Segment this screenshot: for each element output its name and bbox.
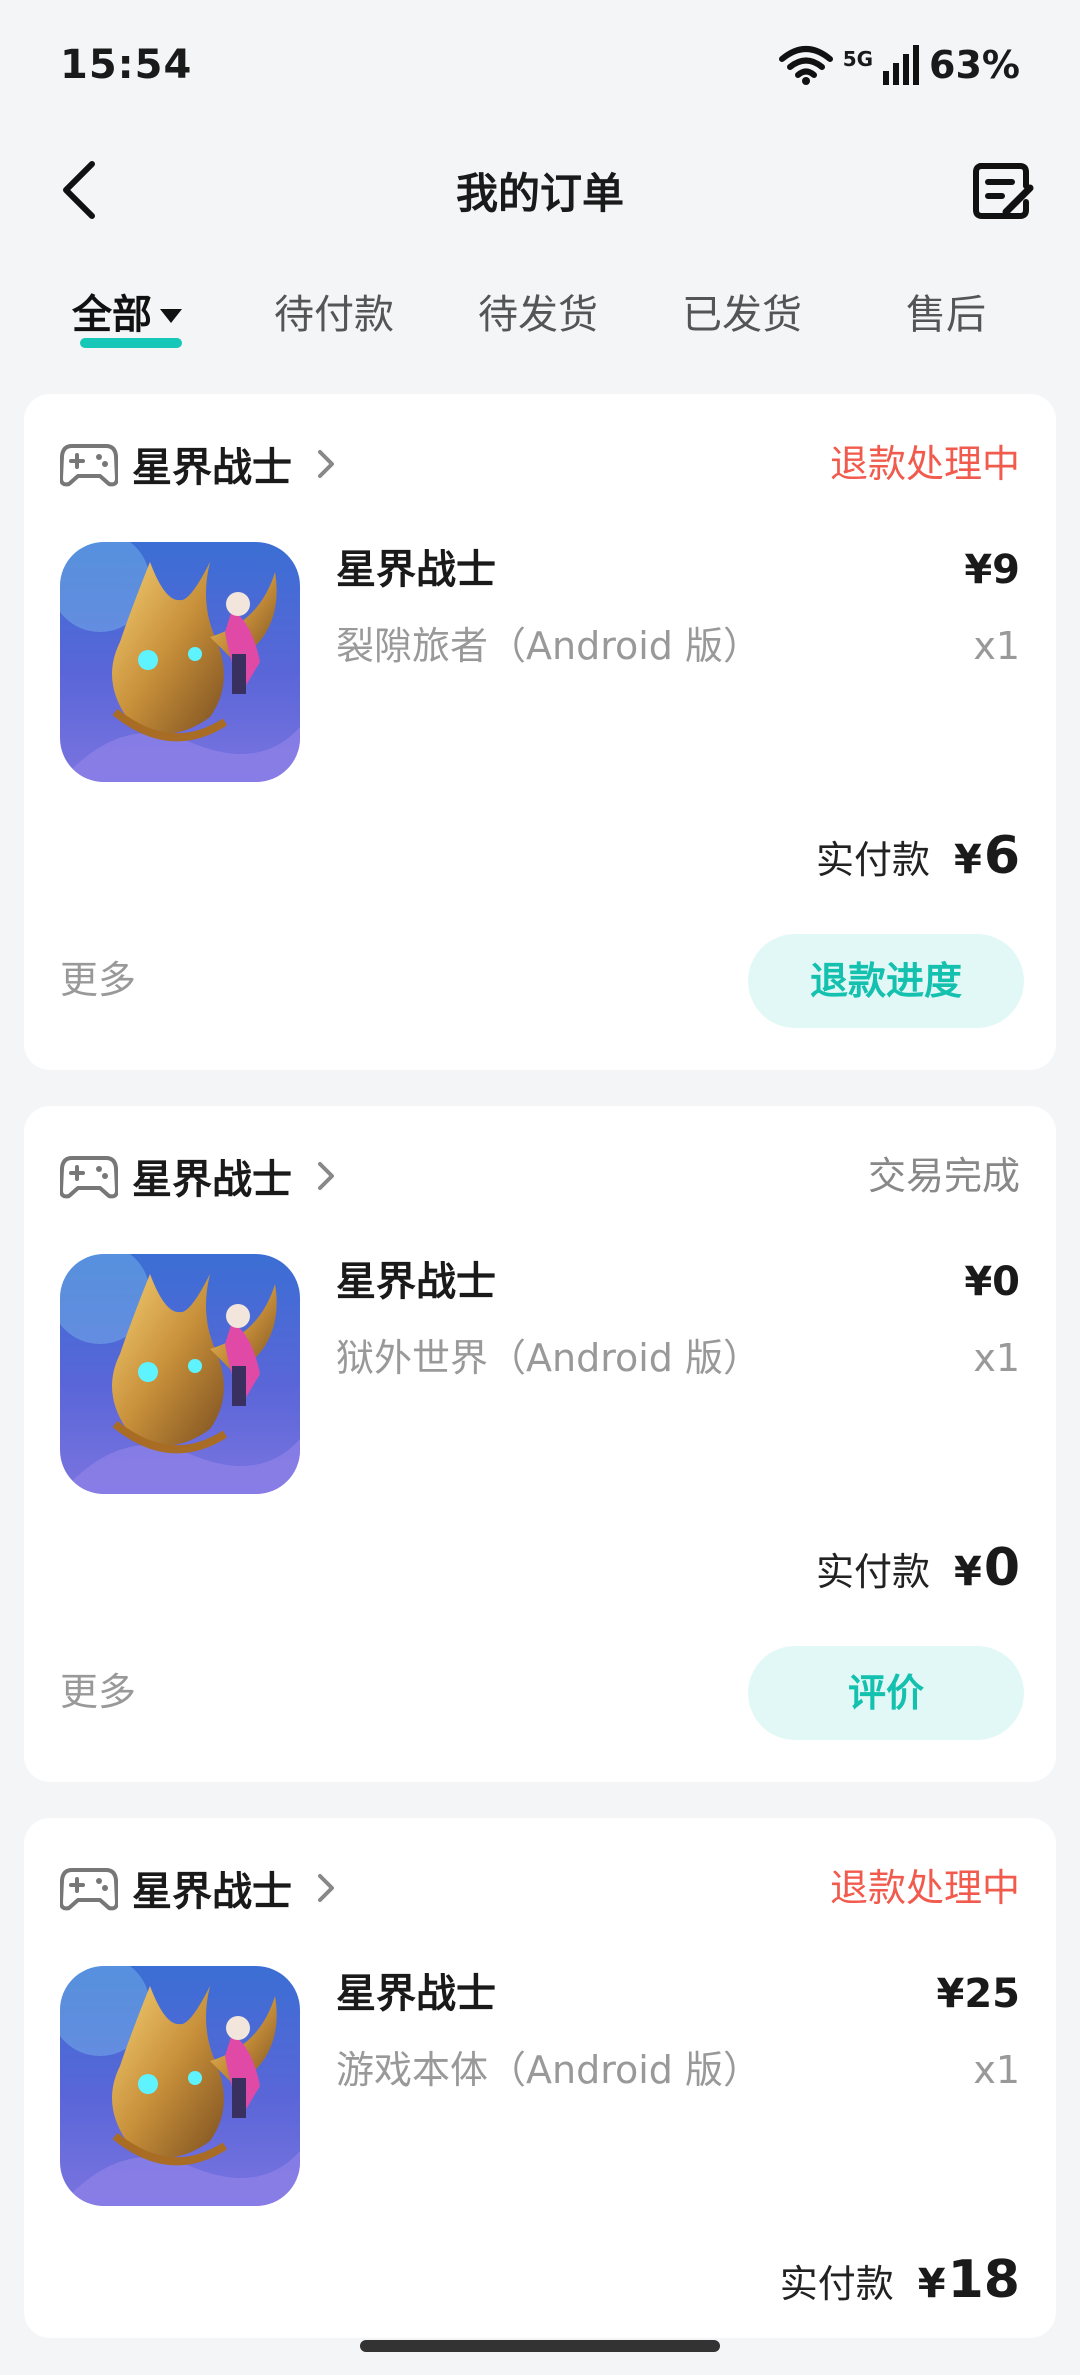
product-variant: 游戏本体（Android 版）	[336, 2048, 761, 2092]
refund-progress-button[interactable]: 退款进度	[748, 934, 1024, 1028]
paid-amount: ¥18	[918, 2250, 1020, 2310]
tab-all[interactable]: 全部	[72, 280, 182, 360]
page-title: 我的订单	[455, 168, 624, 218]
product-price: ¥25	[936, 1971, 1021, 2017]
review-button[interactable]: 评价	[748, 1646, 1024, 1740]
paid-currency: ¥	[953, 837, 982, 883]
product-name: 星界战士	[336, 1259, 496, 1305]
chevron-right-icon	[318, 450, 334, 478]
order-status: 退款处理中	[829, 1866, 1020, 1910]
tab-after-sales[interactable]: 售后	[906, 280, 986, 360]
chevron-right-icon	[318, 1874, 334, 1902]
paid-value: 6	[983, 826, 1020, 886]
header: 我的订单	[0, 130, 1080, 250]
paid-currency: ¥	[917, 2261, 946, 2307]
order-status: 退款处理中	[829, 442, 1020, 486]
product-name: 星界战士	[336, 1971, 496, 2017]
paid-value: 0	[983, 1538, 1020, 1598]
paid-row: 实付款 ¥0	[816, 1538, 1020, 1608]
chevron-right-icon	[318, 1162, 334, 1190]
paid-row: 实付款 ¥6	[816, 826, 1020, 896]
order-status: 交易完成	[867, 1154, 1020, 1198]
battery-level: 63%	[929, 43, 1020, 87]
paid-label: 实付款	[815, 838, 930, 882]
game-thumbnail[interactable]	[60, 542, 300, 782]
network-type: 5G	[842, 47, 874, 71]
tab-pending-payment[interactable]: 待付款	[274, 280, 394, 360]
paid-amount: ¥0	[954, 1538, 1020, 1598]
status-indicators: 5G 63%	[778, 43, 1020, 87]
edit-list-icon[interactable]	[966, 156, 1036, 226]
home-indicator[interactable]	[360, 2340, 720, 2352]
paid-label: 实付款	[779, 2262, 894, 2306]
gamepad-icon	[60, 1868, 118, 1911]
paid-row: 实付款 ¥18	[780, 2250, 1020, 2320]
shop-name: 星界战士	[132, 1869, 292, 1915]
chevron-left-icon[interactable]	[50, 158, 114, 222]
paid-value: 18	[947, 2250, 1020, 2310]
order-card[interactable]: 星界战士 退款处理中 星界战士 游戏本体（Android 版） ¥25 x1 实…	[24, 1818, 1056, 2338]
product-quantity: x1	[973, 1336, 1020, 1380]
shop-link[interactable]: 星界战士	[60, 1858, 338, 1918]
tab-label: 全部	[72, 292, 152, 338]
gamepad-icon	[60, 444, 118, 487]
paid-label: 实付款	[815, 1550, 930, 1594]
status-time: 15:54	[60, 42, 193, 88]
shop-name: 星界战士	[132, 445, 292, 491]
product-quantity: x1	[973, 624, 1020, 668]
shop-link[interactable]: 星界战士	[60, 1146, 338, 1206]
shop-name: 星界战士	[132, 1157, 292, 1203]
caret-down-icon	[160, 309, 182, 323]
gamepad-icon	[60, 1156, 118, 1199]
active-tab-indicator	[80, 338, 182, 348]
product-name: 星界战士	[336, 547, 496, 593]
status-bar: 15:54 5G 63%	[0, 0, 1080, 130]
more-link[interactable]: 更多	[60, 1662, 136, 1722]
paid-amount: ¥6	[954, 826, 1020, 886]
product-price: ¥0	[964, 1259, 1020, 1305]
wifi-icon	[778, 46, 833, 85]
tab-pending-shipment[interactable]: 待发货	[478, 280, 598, 360]
product-variant: 裂隙旅者（Android 版）	[336, 624, 761, 668]
product-variant: 狱外世界（Android 版）	[336, 1336, 761, 1380]
order-tabs: 全部 待付款 待发货 已发货 售后	[0, 280, 1080, 360]
paid-currency: ¥	[953, 1549, 982, 1595]
shop-link[interactable]: 星界战士	[60, 434, 338, 494]
order-card[interactable]: 星界战士 退款处理中 星界战士 裂隙旅者（Android 版） ¥9 x1 实付…	[24, 394, 1056, 1070]
signal-icon	[883, 45, 920, 85]
tab-shipped[interactable]: 已发货	[682, 280, 802, 360]
order-card[interactable]: 星界战士 交易完成 星界战士 狱外世界（Android 版） ¥0 x1 实付款…	[24, 1106, 1056, 1782]
game-thumbnail[interactable]	[60, 1254, 300, 1494]
product-quantity: x1	[973, 2048, 1020, 2092]
product-price: ¥9	[964, 547, 1020, 593]
more-link[interactable]: 更多	[60, 950, 136, 1010]
game-thumbnail[interactable]	[60, 1966, 300, 2206]
